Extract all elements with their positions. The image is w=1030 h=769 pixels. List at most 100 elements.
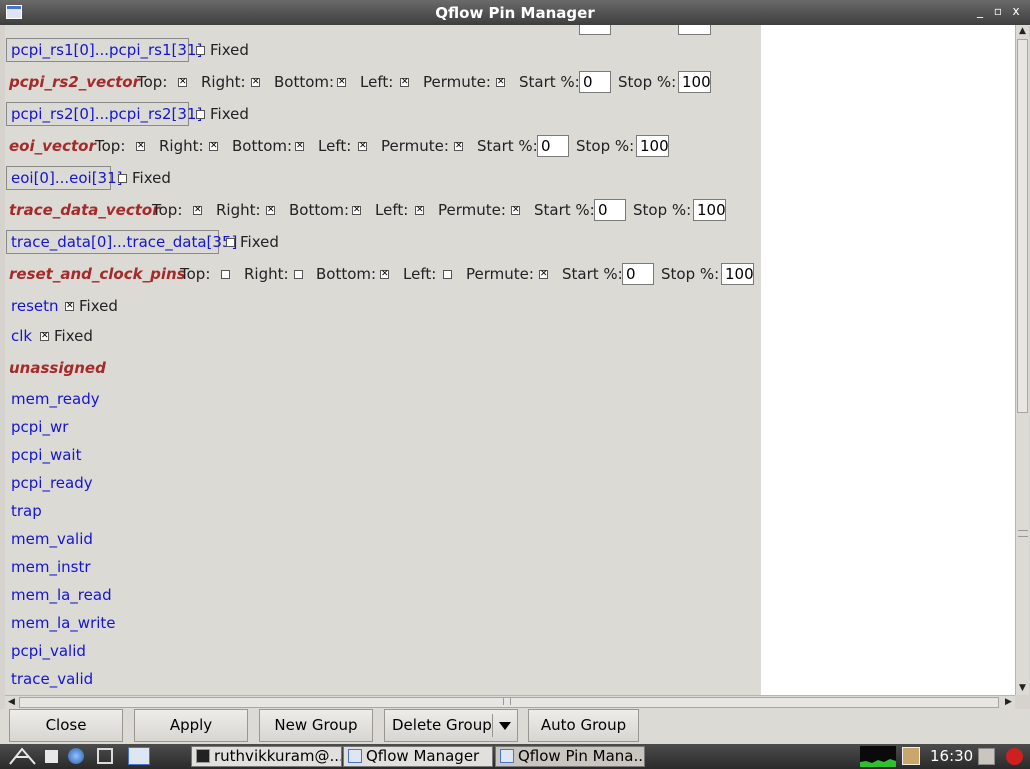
vertical-scrollbar[interactable]: ▲ ▼ [1015, 25, 1029, 695]
stop-label: Stop %: [576, 137, 635, 155]
browser-icon[interactable] [68, 748, 84, 764]
stop-percent-field[interactable]: 100 [636, 135, 669, 157]
stop-label: Stop %: [618, 73, 677, 91]
fixed-checkbox[interactable] [226, 238, 235, 247]
dropdown-arrow-icon[interactable] [499, 722, 511, 730]
cutoff-stop-field[interactable] [678, 25, 711, 35]
unassigned-pin[interactable]: pcpi_ready [11, 474, 93, 492]
left-checkbox[interactable]: ✕ [400, 78, 409, 87]
start-label: Start %: [562, 265, 623, 283]
stop-label: Stop %: [661, 265, 720, 283]
taskbar-item-qflow-pin-manager[interactable]: Qflow Pin Mana... [495, 746, 645, 767]
taskbar: ruthvikkuram@... Qflow Manager Qflow Pin… [0, 744, 1030, 769]
scroll-down-arrow-icon[interactable]: ▼ [1016, 682, 1029, 695]
permute-checkbox[interactable]: ✕ [511, 206, 520, 215]
dropdown-separator [492, 714, 493, 737]
window-list-icon[interactable] [128, 747, 150, 765]
pin-groups-panel: pcpi_rs1[0]...pcpi_rs1[31] Fixed pcpi_rs… [5, 25, 761, 695]
scroll-up-arrow-icon[interactable]: ▲ [1016, 25, 1029, 38]
maximize-button[interactable]: ▫ [991, 4, 1005, 18]
start-percent-field[interactable]: 0 [622, 263, 654, 285]
unassigned-pin[interactable]: mem_instr [11, 558, 91, 576]
file-manager-icon[interactable] [97, 748, 113, 764]
left-checkbox[interactable]: ✕ [415, 206, 424, 215]
left-label: Left: [375, 201, 409, 219]
group-name: reset_and_clock_pins [9, 265, 186, 283]
unassigned-pin[interactable]: mem_valid [11, 530, 93, 548]
left-checkbox[interactable] [443, 270, 452, 279]
right-label: Right: [201, 73, 246, 91]
top-checkbox[interactable]: ✕ [193, 206, 202, 215]
fixed-checkbox[interactable]: ✕ [40, 332, 49, 341]
fixed-label: Fixed [54, 327, 93, 345]
bottom-checkbox[interactable]: ✕ [380, 270, 389, 279]
start-menu-icon[interactable] [8, 746, 38, 766]
unassigned-pin[interactable]: pcpi_wait [11, 446, 81, 464]
permute-checkbox[interactable]: ✕ [454, 142, 463, 151]
show-desktop-icon[interactable] [45, 750, 58, 763]
bottom-checkbox[interactable]: ✕ [337, 78, 346, 87]
start-percent-field[interactable]: 0 [594, 199, 626, 221]
fixed-checkbox[interactable]: ✕ [65, 302, 74, 311]
top-checkbox[interactable]: ✕ [136, 142, 145, 151]
close-window-button[interactable]: x [1009, 4, 1023, 18]
top-label: Top: [137, 73, 168, 91]
right-checkbox[interactable]: ✕ [266, 206, 275, 215]
right-checkbox[interactable] [294, 270, 303, 279]
unassigned-pin[interactable]: trap [11, 502, 42, 520]
fixed-checkbox[interactable] [196, 110, 205, 119]
unassigned-pin[interactable]: mem_ready [11, 390, 100, 408]
fixed-label: Fixed [210, 41, 249, 59]
taskbar-item-qflow-manager[interactable]: Qflow Manager [343, 746, 493, 767]
new-group-button[interactable]: New Group [259, 709, 373, 742]
close-button[interactable]: Close [9, 709, 123, 742]
bottom-label: Bottom: [289, 201, 350, 219]
unassigned-pin[interactable]: mem_la_write [11, 614, 116, 632]
pin-name[interactable]: pcpi_rs1[0]...pcpi_rs1[31] [11, 41, 202, 59]
permute-checkbox[interactable]: ✕ [496, 78, 505, 87]
vertical-scroll-thumb[interactable] [1017, 39, 1028, 413]
bottom-checkbox[interactable]: ✕ [352, 206, 361, 215]
permute-label: Permute: [466, 265, 534, 283]
pin-name[interactable]: resetn [11, 297, 59, 315]
pin-name[interactable]: pcpi_rs2[0]...pcpi_rs2[31] [11, 105, 202, 123]
apply-button[interactable]: Apply [134, 709, 248, 742]
delete-group-label: Delete Group [392, 716, 492, 734]
delete-group-button[interactable]: Delete Group [384, 709, 518, 742]
auto-group-button[interactable]: Auto Group [528, 709, 639, 742]
screen-lock-icon[interactable] [978, 748, 995, 765]
scroll-right-arrow-icon[interactable]: ▶ [1002, 696, 1015, 709]
stop-percent-field[interactable]: 100 [678, 71, 711, 93]
power-icon[interactable] [1006, 748, 1023, 765]
scroll-left-arrow-icon[interactable]: ◀ [5, 696, 18, 709]
pin-name[interactable]: eoi[0]...eoi[31] [11, 169, 123, 187]
stop-percent-field[interactable]: 100 [693, 199, 726, 221]
fixed-checkbox[interactable] [118, 174, 127, 183]
top-checkbox[interactable] [221, 270, 230, 279]
minimize-button[interactable]: _ [973, 4, 987, 18]
top-checkbox[interactable]: ✕ [178, 78, 187, 87]
start-percent-field[interactable]: 0 [579, 71, 611, 93]
horizontal-scrollbar[interactable]: ◀ ▶ [5, 695, 1015, 709]
unassigned-pin[interactable]: pcpi_valid [11, 642, 86, 660]
right-checkbox[interactable]: ✕ [251, 78, 260, 87]
pin-name[interactable]: trace_data[0]...trace_data[35] [11, 233, 237, 251]
bottom-checkbox[interactable]: ✕ [295, 142, 304, 151]
unassigned-group-name: unassigned [9, 359, 106, 377]
title-bar: Qflow Pin Manager _ ▫ x [0, 0, 1030, 25]
cpu-monitor-icon [860, 746, 896, 767]
stop-percent-field[interactable]: 100 [721, 263, 754, 285]
unassigned-pin[interactable]: pcpi_wr [11, 418, 68, 436]
unassigned-pin[interactable]: mem_la_read [11, 586, 112, 604]
permute-checkbox[interactable]: ✕ [539, 270, 548, 279]
cutoff-start-field[interactable] [579, 25, 611, 35]
left-checkbox[interactable]: ✕ [358, 142, 367, 151]
taskbar-item-terminal[interactable]: ruthvikkuram@... [191, 746, 342, 767]
right-checkbox[interactable]: ✕ [209, 142, 218, 151]
unassigned-pin[interactable]: trace_valid [11, 670, 93, 688]
pin-name[interactable]: clk [11, 327, 32, 345]
fixed-checkbox[interactable] [196, 46, 205, 55]
permute-label: Permute: [438, 201, 506, 219]
clipboard-icon[interactable] [902, 747, 920, 765]
start-percent-field[interactable]: 0 [537, 135, 569, 157]
